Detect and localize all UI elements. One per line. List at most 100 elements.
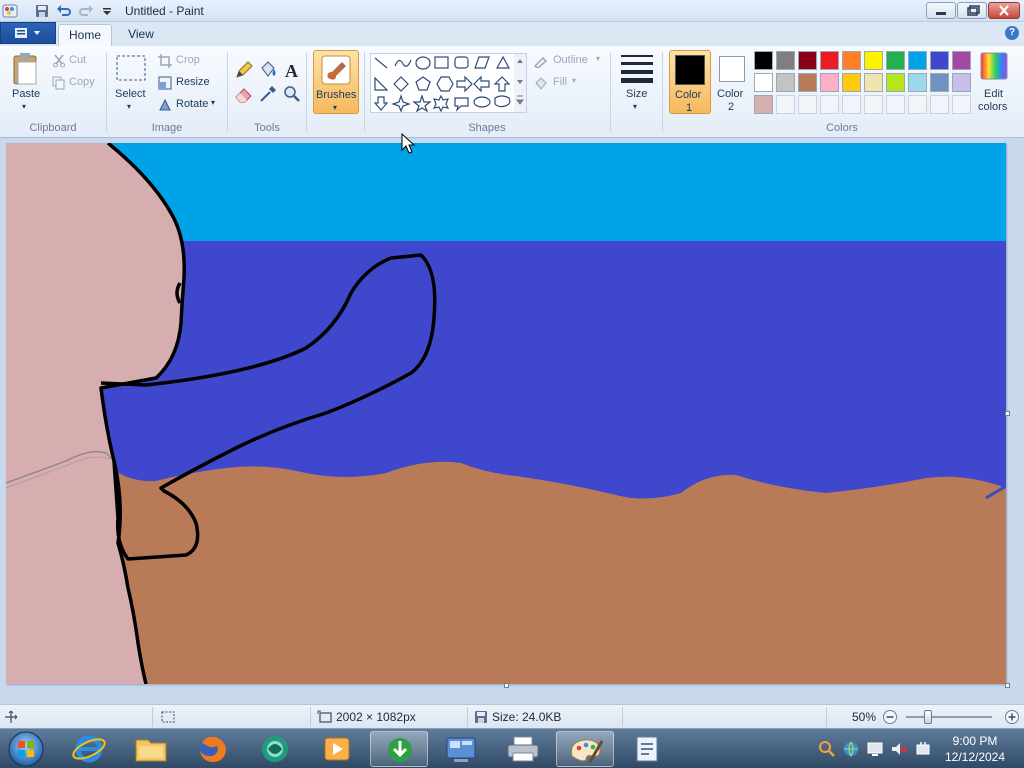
color-swatch[interactable] bbox=[820, 51, 839, 70]
pencil-icon[interactable] bbox=[234, 60, 254, 80]
resize-handle-right[interactable] bbox=[1005, 411, 1010, 416]
taskbar-printer[interactable] bbox=[494, 731, 552, 767]
taskbar-clock[interactable]: 9:00 PM 12/12/2024 bbox=[938, 733, 1012, 765]
volume-muted-tray-icon[interactable] bbox=[890, 740, 908, 758]
resize-handle-bottom[interactable] bbox=[504, 683, 509, 688]
redo-icon[interactable] bbox=[78, 3, 94, 19]
color-swatch[interactable] bbox=[864, 51, 883, 70]
color-swatch[interactable] bbox=[908, 51, 927, 70]
empty-color-slot[interactable] bbox=[886, 95, 905, 114]
taskbar-document[interactable] bbox=[618, 731, 676, 767]
color-swatch[interactable] bbox=[820, 73, 839, 92]
empty-color-slot[interactable] bbox=[798, 95, 817, 114]
restore-button[interactable] bbox=[957, 2, 987, 19]
edit-colors-icon[interactable] bbox=[980, 52, 1008, 80]
edit-colors-label[interactable]: Edit bbox=[984, 88, 1003, 100]
empty-color-slot[interactable] bbox=[776, 95, 795, 114]
taskbar-firefox[interactable] bbox=[184, 731, 242, 767]
search-tray-icon[interactable] bbox=[818, 740, 836, 758]
select-icon[interactable] bbox=[115, 54, 147, 84]
action-center-tray-icon[interactable] bbox=[866, 740, 884, 758]
resize-button[interactable]: Resize bbox=[176, 76, 210, 88]
group-divider bbox=[106, 52, 107, 132]
select-label[interactable]: Select bbox=[115, 88, 146, 100]
zoom-in-icon[interactable] bbox=[1004, 709, 1020, 725]
resize-handle-corner[interactable] bbox=[1005, 683, 1010, 688]
color-swatch[interactable] bbox=[930, 51, 949, 70]
tab-home[interactable]: Home bbox=[58, 24, 112, 46]
close-button[interactable] bbox=[988, 2, 1020, 19]
color-picker-icon[interactable] bbox=[258, 84, 278, 104]
color2-button[interactable]: Color 2 bbox=[713, 50, 751, 114]
tab-view[interactable]: View bbox=[116, 24, 166, 46]
minimize-button[interactable] bbox=[926, 2, 956, 19]
color-swatch[interactable] bbox=[930, 73, 949, 92]
paste-label[interactable]: Paste bbox=[12, 88, 40, 100]
crop-button[interactable]: Crop bbox=[176, 54, 200, 66]
size-label[interactable]: Size bbox=[626, 88, 647, 100]
taskbar-control-panel[interactable] bbox=[432, 731, 490, 767]
color-swatch[interactable] bbox=[952, 73, 971, 92]
taskbar-file-explorer[interactable] bbox=[122, 731, 180, 767]
color-swatch[interactable] bbox=[886, 73, 905, 92]
fill-button[interactable]: Fill bbox=[553, 76, 567, 88]
network-tray-icon[interactable] bbox=[842, 740, 860, 758]
empty-color-slot[interactable] bbox=[820, 95, 839, 114]
cut-button[interactable]: Cut bbox=[69, 54, 86, 66]
color-swatch[interactable] bbox=[842, 51, 861, 70]
empty-color-slot[interactable] bbox=[908, 95, 927, 114]
paste-dropdown-icon[interactable]: ▾ bbox=[22, 102, 26, 111]
taskbar-media-player[interactable] bbox=[308, 731, 366, 767]
rotate-dropdown-icon[interactable]: ▾ bbox=[211, 98, 215, 107]
paint-menu-button[interactable] bbox=[0, 22, 56, 44]
color-swatch[interactable] bbox=[886, 51, 905, 70]
fill-dropdown-icon[interactable]: ▾ bbox=[572, 76, 576, 85]
taskbar-download-manager[interactable] bbox=[370, 731, 428, 767]
power-tray-icon[interactable] bbox=[914, 740, 932, 758]
color-swatch[interactable] bbox=[776, 73, 795, 92]
customize-dropdown-icon[interactable] bbox=[99, 3, 115, 19]
text-icon[interactable]: A bbox=[282, 60, 302, 80]
color-swatch[interactable] bbox=[754, 73, 773, 92]
drawing-canvas[interactable] bbox=[6, 143, 1006, 684]
size-dropdown-icon[interactable]: ▾ bbox=[633, 102, 637, 111]
brushes-button[interactable]: Brushes ▾ bbox=[313, 50, 359, 114]
outline-button[interactable]: Outline bbox=[553, 54, 588, 66]
empty-color-slot[interactable] bbox=[930, 95, 949, 114]
color-swatch[interactable] bbox=[842, 73, 861, 92]
edit-colors-label-2[interactable]: colors bbox=[978, 101, 1007, 113]
magnifier-icon[interactable] bbox=[282, 84, 302, 104]
help-icon[interactable]: ? bbox=[1005, 26, 1019, 40]
empty-color-slot[interactable] bbox=[842, 95, 861, 114]
undo-icon[interactable] bbox=[56, 3, 72, 19]
save-icon[interactable] bbox=[34, 3, 50, 19]
zoom-slider-track[interactable] bbox=[906, 716, 992, 718]
select-dropdown-icon[interactable]: ▾ bbox=[127, 102, 131, 111]
color-swatch[interactable] bbox=[776, 51, 795, 70]
fill-bucket-icon[interactable] bbox=[258, 60, 278, 80]
color-swatch[interactable] bbox=[754, 51, 773, 70]
color-swatch[interactable] bbox=[798, 51, 817, 70]
copy-button[interactable]: Copy bbox=[69, 76, 95, 88]
empty-color-slot[interactable] bbox=[952, 95, 971, 114]
eraser-icon[interactable] bbox=[234, 84, 254, 104]
taskbar-app[interactable] bbox=[246, 731, 304, 767]
paste-icon[interactable] bbox=[10, 52, 42, 88]
taskbar-internet-explorer[interactable] bbox=[60, 731, 118, 767]
start-orb-icon[interactable] bbox=[6, 730, 46, 768]
empty-color-slot[interactable] bbox=[864, 95, 883, 114]
rotate-button[interactable]: Rotate bbox=[176, 98, 208, 110]
color-swatch[interactable] bbox=[952, 51, 971, 70]
zoom-slider-thumb[interactable] bbox=[923, 710, 932, 724]
color1-button[interactable]: Color 1 bbox=[669, 50, 711, 114]
zoom-out-icon[interactable] bbox=[882, 709, 898, 725]
color-swatch[interactable] bbox=[864, 73, 883, 92]
size-icon[interactable] bbox=[619, 52, 655, 84]
color-swatch[interactable] bbox=[754, 95, 773, 114]
color-swatch[interactable] bbox=[908, 73, 927, 92]
color-swatch[interactable] bbox=[798, 73, 817, 92]
outline-dropdown-icon[interactable]: ▾ bbox=[596, 54, 600, 63]
taskbar-paint[interactable] bbox=[556, 731, 614, 767]
paint-app-icon[interactable] bbox=[2, 3, 18, 19]
shapes-gallery[interactable] bbox=[370, 53, 527, 113]
